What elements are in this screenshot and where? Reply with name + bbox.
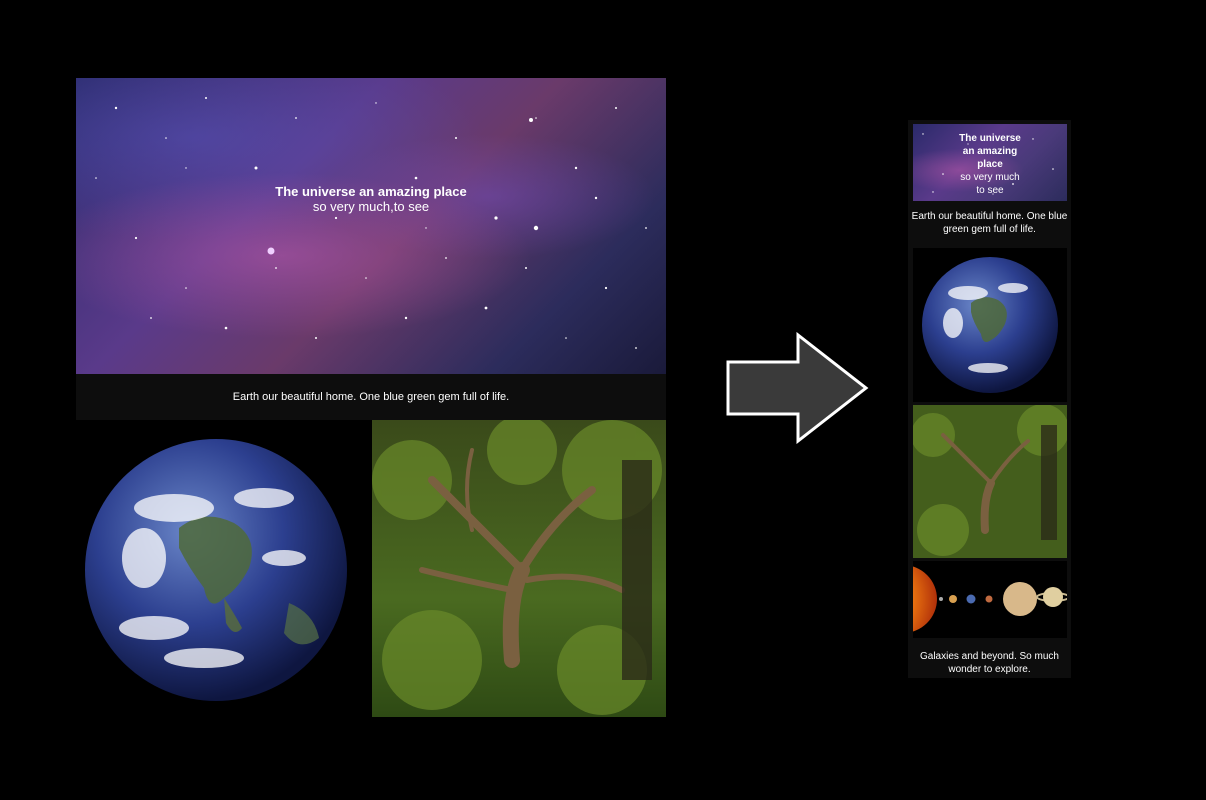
forest-image	[372, 420, 666, 717]
hero-title: The universe an amazing place	[275, 184, 467, 199]
hero-title-line-1: The universe	[959, 133, 1021, 144]
right-arrow-icon	[726, 332, 869, 444]
caption-text: Earth our beautiful home. One blue green…	[232, 391, 510, 403]
solar-system-image	[913, 561, 1067, 638]
earth-image	[85, 439, 347, 701]
forest-image	[913, 405, 1067, 558]
earth-image	[922, 257, 1058, 393]
desktop-hero-text: The universe an amazing place so very mu…	[76, 184, 666, 214]
mobile-hero-banner: The universe an amazing place so very mu…	[913, 124, 1067, 201]
starfield-image	[95, 97, 647, 349]
mobile-caption-1: Earth our beautiful home. One blue green…	[911, 211, 1068, 235]
hero-subtitle-line-1: so very much	[960, 172, 1020, 183]
hero-title-line-3: place	[977, 159, 1003, 170]
mobile-caption-2: Galaxies and beyond. So much wonder to e…	[920, 651, 1059, 675]
mobile-earth-tile	[913, 248, 1067, 402]
hero-subtitle: so very much,to see	[312, 199, 430, 214]
desktop-hero-banner: The universe an amazing place so very mu…	[76, 78, 666, 374]
hero-subtitle-line-2: to see	[976, 185, 1004, 196]
mobile-hero-text: The universe an amazing place so very mu…	[913, 132, 1067, 197]
hero-title-line-2: an amazing	[962, 146, 1018, 157]
desktop-caption: Earth our beautiful home. One blue green…	[76, 374, 666, 420]
